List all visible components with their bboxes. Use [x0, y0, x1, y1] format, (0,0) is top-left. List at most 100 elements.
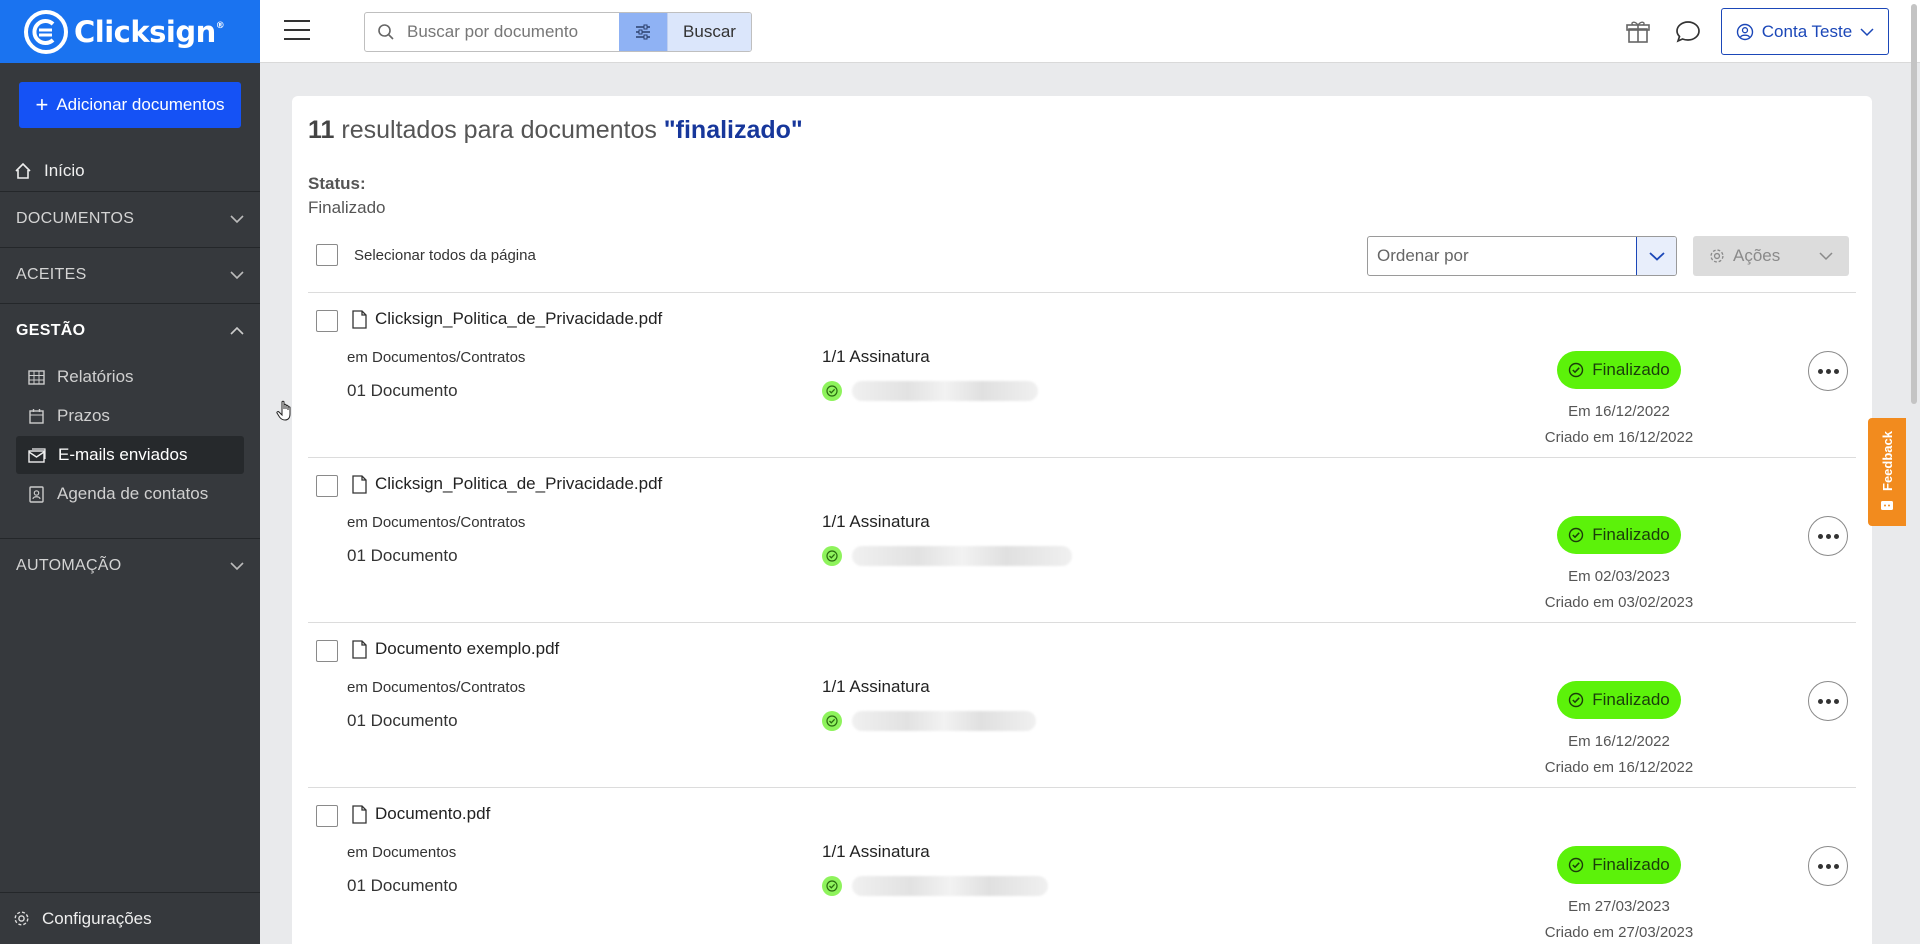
status-badge: Finalizado	[1557, 681, 1681, 719]
document-name-link[interactable]: Documento exemplo.pdf	[352, 639, 559, 659]
document-checkbox[interactable]	[316, 310, 338, 332]
top-bar: Buscar Conta Teste	[260, 0, 1920, 63]
feedback-chat-icon	[1881, 500, 1893, 510]
check-circle-icon	[1569, 527, 1584, 543]
created-date: Criado em 16/12/2022	[1544, 759, 1694, 776]
brand-header[interactable]: Clicksign®	[0, 0, 260, 63]
brand-name: Clicksign®	[74, 14, 225, 49]
sidebar-section-documentos[interactable]: DOCUMENTOS	[0, 191, 260, 246]
signer	[822, 876, 1048, 896]
plus-icon: +	[35, 92, 49, 117]
sidebar-item-emails-enviados[interactable]: E-mails enviados	[16, 436, 244, 474]
actions-button[interactable]: Ações	[1693, 236, 1849, 276]
sidebar: Clicksign® + Adicionar documentos Início…	[0, 0, 260, 944]
chevron-down-icon	[1819, 252, 1833, 261]
account-menu-button[interactable]: Conta Teste	[1721, 8, 1889, 55]
page-scrollbar[interactable]	[1910, 0, 1918, 944]
add-documents-button[interactable]: + Adicionar documentos	[19, 82, 241, 128]
file-icon	[352, 474, 367, 494]
signer	[822, 711, 1036, 731]
search-button[interactable]: Buscar	[667, 13, 751, 51]
document-row: Documento.pdf em Documentos 01 Documento…	[308, 787, 1856, 944]
more-options-button[interactable]	[1808, 681, 1848, 721]
check-circle-icon	[822, 876, 842, 896]
finished-date: Em 16/12/2022	[1568, 733, 1670, 750]
document-folder: em Documentos/Contratos	[347, 514, 526, 531]
check-circle-icon	[1569, 362, 1584, 378]
chevron-down-icon	[230, 562, 244, 571]
search-input[interactable]	[407, 13, 619, 51]
document-checkbox[interactable]	[316, 805, 338, 827]
chevron-down-icon	[230, 215, 244, 224]
results-card: 11 resultados para documentos "finalizad…	[292, 96, 1872, 944]
document-name-link[interactable]: Documento.pdf	[352, 804, 490, 824]
document-checkbox[interactable]	[316, 640, 338, 662]
document-row: Clicksign_Politica_de_Privacidade.pdf em…	[308, 292, 1856, 457]
document-row: Documento exemplo.pdf em Documentos/Cont…	[308, 622, 1856, 787]
check-circle-icon	[1569, 692, 1584, 708]
redacted-signer-name	[852, 876, 1048, 896]
redacted-signer-name	[852, 546, 1072, 566]
mail-sent-icon	[28, 447, 46, 463]
gear-icon	[14, 911, 29, 926]
sidebar-item-agenda-contatos[interactable]: Agenda de contatos	[16, 475, 244, 513]
document-name-link[interactable]: Clicksign_Politica_de_Privacidade.pdf	[352, 309, 662, 329]
redacted-signer-name	[852, 711, 1036, 731]
file-icon	[352, 639, 367, 659]
order-by-select[interactable]: Ordenar por	[1367, 236, 1677, 276]
more-options-button[interactable]	[1808, 351, 1848, 391]
chevron-down-icon	[1860, 27, 1874, 36]
sidebar-section-gestao[interactable]: GESTÃO	[0, 303, 260, 358]
finished-date: Em 02/03/2023	[1568, 568, 1670, 585]
gear-icon	[1710, 249, 1724, 263]
document-count: 01 Documento	[347, 711, 458, 730]
scrollbar-thumb[interactable]	[1911, 4, 1917, 404]
signer	[822, 546, 1072, 566]
created-date: Criado em 03/02/2023	[1544, 594, 1694, 611]
document-checkbox[interactable]	[316, 475, 338, 497]
status-badge: Finalizado	[1557, 351, 1681, 389]
more-options-button[interactable]	[1808, 846, 1848, 886]
document-name-link[interactable]: Clicksign_Politica_de_Privacidade.pdf	[352, 474, 662, 494]
select-all-label: Selecionar todos da página	[354, 247, 536, 264]
status-filter-value: Finalizado	[308, 198, 386, 217]
chevron-up-icon	[230, 326, 244, 335]
hamburger-menu-icon[interactable]	[284, 20, 310, 42]
file-icon	[352, 804, 367, 824]
signature-count: 1/1 Assinatura	[822, 347, 930, 366]
search-bar: Buscar	[364, 12, 752, 52]
document-count: 01 Documento	[347, 546, 458, 565]
contact-book-icon	[29, 485, 44, 503]
file-icon	[352, 309, 367, 329]
sidebar-item-relatorios[interactable]: Relatórios	[16, 358, 244, 396]
finished-date: Em 16/12/2022	[1568, 403, 1670, 420]
chat-icon[interactable]	[1674, 18, 1702, 46]
filter-button[interactable]	[619, 13, 667, 51]
finished-date: Em 27/03/2023	[1568, 898, 1670, 915]
sidebar-item-configuracoes[interactable]: Configurações	[0, 892, 260, 944]
home-icon	[15, 162, 31, 179]
status-badge: Finalizado	[1557, 846, 1681, 884]
status-badge: Finalizado	[1557, 516, 1681, 554]
chevron-down-icon	[230, 271, 244, 280]
check-circle-icon	[1569, 857, 1584, 873]
created-date: Criado em 27/03/2023	[1544, 924, 1694, 941]
sidebar-section-aceites[interactable]: ACEITES	[0, 247, 260, 302]
select-all-checkbox[interactable]	[316, 244, 338, 266]
signature-count: 1/1 Assinatura	[822, 512, 930, 531]
document-folder: em Documentos/Contratos	[347, 679, 526, 696]
sidebar-section-automacao[interactable]: AUTOMAÇÃO	[0, 538, 260, 593]
signature-count: 1/1 Assinatura	[822, 842, 930, 861]
gift-icon[interactable]	[1624, 18, 1652, 46]
chevron-down-icon	[1636, 237, 1676, 275]
document-count: 01 Documento	[347, 876, 458, 895]
document-row: Clicksign_Politica_de_Privacidade.pdf em…	[308, 457, 1856, 622]
check-circle-icon	[822, 546, 842, 566]
sidebar-item-home[interactable]: Início	[0, 152, 260, 190]
more-options-button[interactable]	[1808, 516, 1848, 556]
document-folder: em Documentos	[347, 844, 457, 861]
user-circle-icon	[1736, 23, 1753, 40]
calendar-icon	[29, 408, 44, 424]
feedback-tab[interactable]: Feedback	[1868, 418, 1906, 526]
sidebar-item-prazos[interactable]: Prazos	[16, 397, 244, 435]
